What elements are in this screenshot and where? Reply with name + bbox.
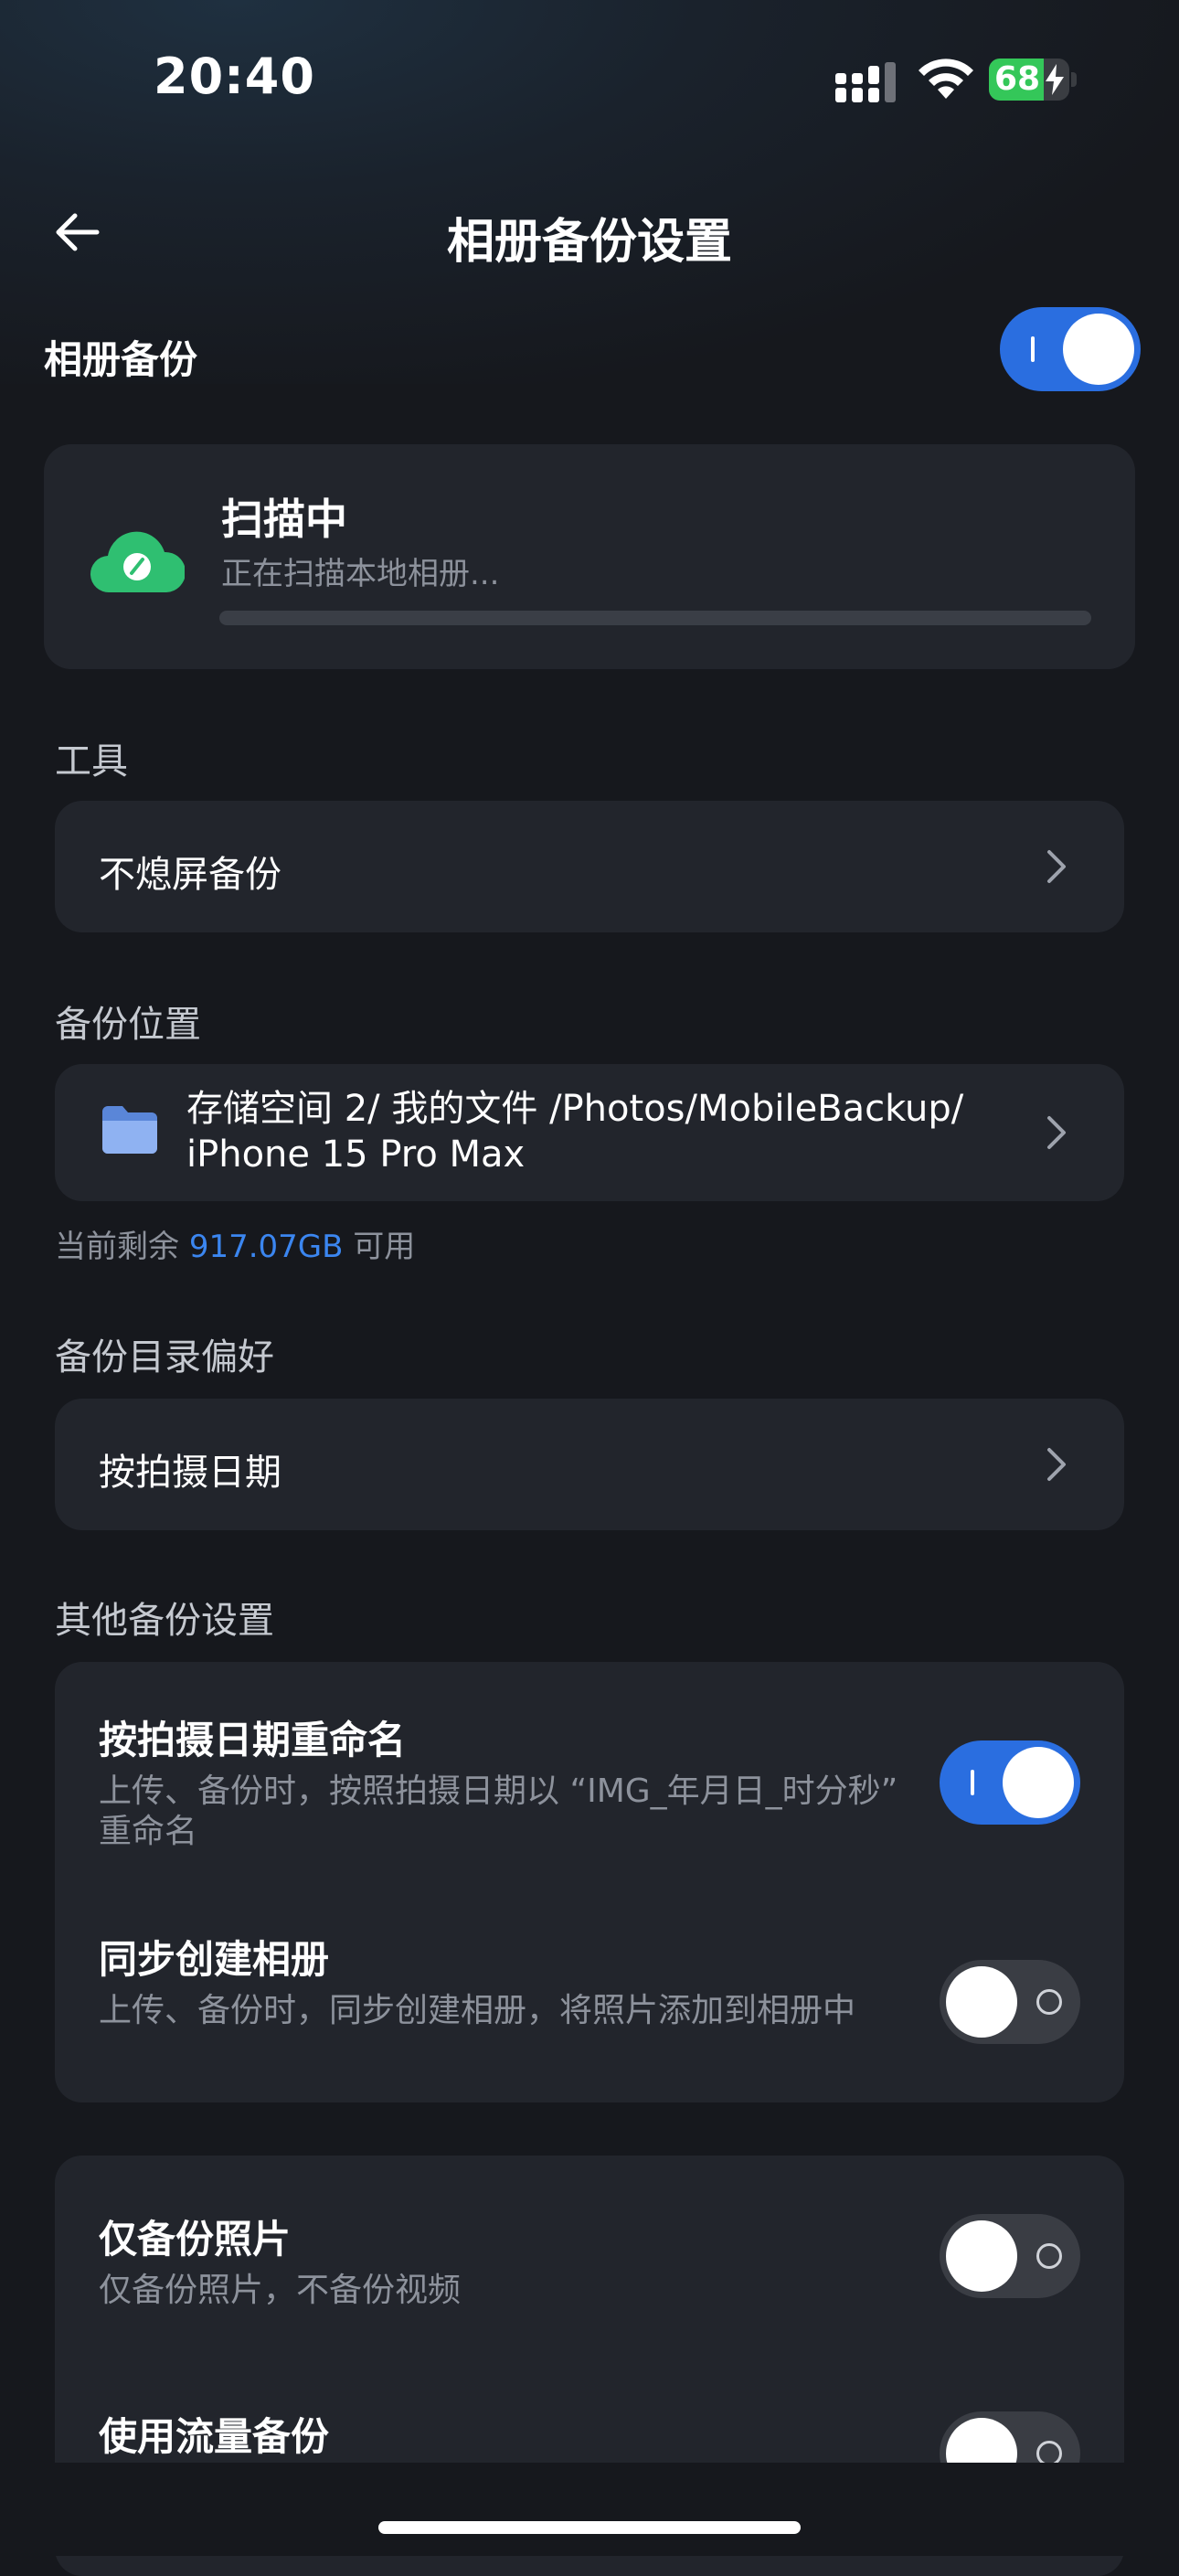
- page-title: 相册备份设置: [446, 215, 732, 270]
- remaining-prefix: 当前剩余: [55, 1229, 179, 1265]
- remaining-suffix: 可用: [353, 1229, 416, 1265]
- chevron-right-icon: [1047, 850, 1066, 883]
- sync-create-album-title: 同步创建相册: [99, 1937, 330, 1982]
- cellular-backup-title: 使用流量备份: [99, 2414, 330, 2459]
- photos-only-desc: 仅备份照片，不备份视频: [99, 2272, 462, 2309]
- scan-subtitle: 正在扫描本地相册...: [221, 556, 500, 592]
- bottom-safe-area: [0, 2463, 1179, 2556]
- scan-status-card: 扫描中 正在扫描本地相册...: [44, 444, 1135, 669]
- other-settings-card: 按拍摄日期重命名 上传、备份时，按照拍摄日期以 “IMG_年月日_时分秒” 重命…: [55, 1662, 1124, 2102]
- photos-only-title: 仅备份照片: [99, 2217, 292, 2262]
- sync-create-album-desc: 上传、备份时，同步创建相册，将照片添加到相册中: [99, 1992, 856, 2029]
- backup-path-line1: 存储空间 2/ 我的文件 /Photos/MobileBackup/: [186, 1088, 964, 1130]
- section-other-settings: 其他备份设置: [55, 1600, 274, 1642]
- rename-by-date-title: 按拍摄日期重命名: [99, 1718, 407, 1762]
- section-tools: 工具: [55, 740, 128, 782]
- directory-preference-label: 按拍摄日期: [99, 1452, 281, 1494]
- charging-bolt-icon: [1046, 64, 1064, 95]
- battery-level-text: 68: [994, 60, 1041, 98]
- scan-progress-bar: [219, 611, 1091, 625]
- remaining-space: 当前剩余 917.07GB 可用: [55, 1221, 415, 1266]
- cellular-signal-icon: [835, 62, 896, 102]
- keep-screen-on-label: 不熄屏备份: [99, 854, 281, 896]
- status-time: 20:40: [154, 48, 315, 105]
- chevron-right-icon: [1047, 1116, 1066, 1149]
- directory-preference-row[interactable]: 按拍摄日期: [55, 1399, 1124, 1530]
- keep-screen-on-backup-row[interactable]: 不熄屏备份: [55, 801, 1124, 932]
- backup-location-row[interactable]: 存储空间 2/ 我的文件 /Photos/MobileBackup/ iPhon…: [55, 1064, 1124, 1201]
- rename-by-date-desc: 上传、备份时，按照拍摄日期以 “IMG_年月日_时分秒” 重命名: [99, 1772, 898, 1850]
- wifi-icon: [919, 59, 973, 99]
- sync-create-album-toggle[interactable]: [940, 1960, 1080, 2044]
- backup-path-line2: iPhone 15 Pro Max: [186, 1134, 526, 1176]
- backup-path: 存储空间 2/ 我的文件 /Photos/MobileBackup/ iPhon…: [186, 1086, 1009, 1177]
- rename-by-date-toggle[interactable]: [940, 1740, 1080, 1825]
- photos-only-toggle[interactable]: [940, 2214, 1080, 2298]
- remaining-value: 917.07GB: [188, 1229, 344, 1265]
- section-directory-preference: 备份目录偏好: [55, 1336, 274, 1378]
- album-backup-label: 相册备份: [44, 337, 198, 382]
- folder-icon: [102, 1106, 157, 1154]
- cloud-backup-icon: [90, 531, 185, 593]
- album-backup-toggle[interactable]: [1000, 307, 1141, 391]
- battery-indicator: 68: [989, 59, 1078, 101]
- scan-title: 扫描中: [221, 495, 347, 544]
- home-indicator[interactable]: [378, 2521, 801, 2534]
- chevron-right-icon: [1047, 1448, 1066, 1481]
- section-backup-location: 备份位置: [55, 1004, 201, 1046]
